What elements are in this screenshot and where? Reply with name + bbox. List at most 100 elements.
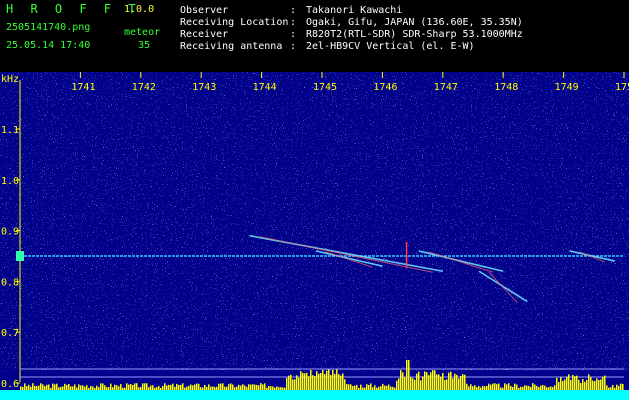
level-bar	[486, 385, 488, 390]
level-bar	[86, 385, 88, 390]
level-bar	[150, 385, 152, 390]
level-bar	[478, 386, 480, 390]
level-bar	[422, 376, 424, 390]
level-bar	[394, 387, 396, 390]
level-bar	[548, 387, 550, 390]
level-bar	[200, 387, 202, 390]
count-value: 35	[138, 40, 151, 51]
signal-baseline	[0, 390, 629, 400]
level-bar	[572, 375, 574, 390]
app-title: H R O F F T	[6, 2, 141, 16]
level-bar	[46, 384, 48, 390]
level-bar	[336, 369, 338, 390]
level-bar	[460, 375, 462, 390]
level-bar	[136, 383, 138, 390]
level-bar	[342, 373, 344, 390]
y-tick-label: 0.8	[1, 277, 19, 288]
level-bar	[468, 386, 470, 390]
level-bar	[368, 384, 370, 390]
level-bar	[448, 372, 450, 390]
x-tick-label: 1744	[253, 82, 277, 93]
level-bar	[328, 369, 330, 390]
level-bar	[410, 377, 412, 390]
level-bar	[620, 383, 622, 390]
level-bar	[24, 383, 26, 390]
level-bar	[236, 386, 238, 390]
level-bar	[288, 375, 290, 390]
level-bar	[408, 360, 410, 390]
level-bar	[364, 387, 366, 390]
level-bar	[104, 385, 106, 390]
level-bar	[68, 383, 70, 390]
app-version: 1.0.0	[124, 4, 155, 15]
level-bar	[144, 383, 146, 390]
level-bar	[50, 387, 52, 390]
level-bar	[362, 387, 364, 390]
level-bar	[274, 387, 276, 390]
level-bar	[506, 384, 508, 390]
level-bar	[184, 387, 186, 390]
level-bar	[220, 383, 222, 390]
observer-label: Observer	[180, 5, 229, 16]
level-bar	[256, 384, 258, 390]
y-tick-label: 0.7	[1, 328, 19, 339]
level-bar	[492, 383, 494, 390]
level-bar	[618, 385, 620, 390]
level-bar	[32, 383, 34, 390]
level-bar	[376, 387, 378, 390]
level-bar	[204, 384, 206, 390]
level-bar	[334, 373, 336, 390]
y-tick-label: 0.9	[1, 227, 19, 238]
level-bar	[516, 384, 518, 390]
level-bar	[102, 383, 104, 390]
level-bar	[496, 384, 498, 390]
level-bar	[142, 383, 144, 390]
level-bar	[390, 386, 392, 390]
level-bar	[454, 373, 456, 390]
level-bar	[270, 386, 272, 390]
level-bar	[536, 385, 538, 390]
level-bar	[340, 375, 342, 390]
level-bar	[526, 385, 528, 390]
level-bar	[322, 369, 324, 390]
level-bar	[356, 384, 358, 390]
level-bar	[540, 385, 542, 390]
x-tick-label: 1750	[615, 82, 629, 93]
level-bar	[576, 375, 578, 390]
level-bar	[552, 387, 554, 390]
level-bar	[30, 386, 32, 390]
level-bar	[88, 387, 90, 390]
x-tick-label: 1741	[71, 82, 95, 93]
level-bar	[480, 387, 482, 390]
level-bar	[524, 385, 526, 390]
level-bar	[482, 385, 484, 390]
level-bar	[432, 370, 434, 390]
level-bar	[180, 384, 182, 390]
level-bar	[214, 387, 216, 390]
level-bar	[76, 387, 78, 390]
level-bar	[622, 383, 624, 390]
datetime-label: 25.05.14 17:40	[6, 40, 91, 51]
level-bar	[44, 386, 46, 390]
level-bar	[232, 384, 234, 390]
level-bar	[182, 383, 184, 390]
level-bar	[614, 387, 616, 390]
level-bar	[502, 387, 504, 390]
level-bar	[260, 383, 262, 390]
colon: :	[290, 17, 297, 28]
level-bar	[72, 386, 74, 390]
level-bar	[426, 372, 428, 390]
level-bar	[326, 370, 328, 390]
receiver-label: Receiver	[180, 29, 229, 40]
y-tick-label: 1.0	[1, 176, 19, 187]
level-bar	[462, 374, 464, 390]
level-bar	[444, 379, 446, 390]
level-bar	[228, 384, 230, 390]
level-bar	[430, 372, 432, 390]
level-bar	[424, 371, 426, 390]
level-bar	[124, 387, 126, 390]
level-bar	[140, 386, 142, 390]
level-bar	[530, 386, 532, 390]
level-bar	[60, 386, 62, 390]
level-bar	[392, 386, 394, 390]
